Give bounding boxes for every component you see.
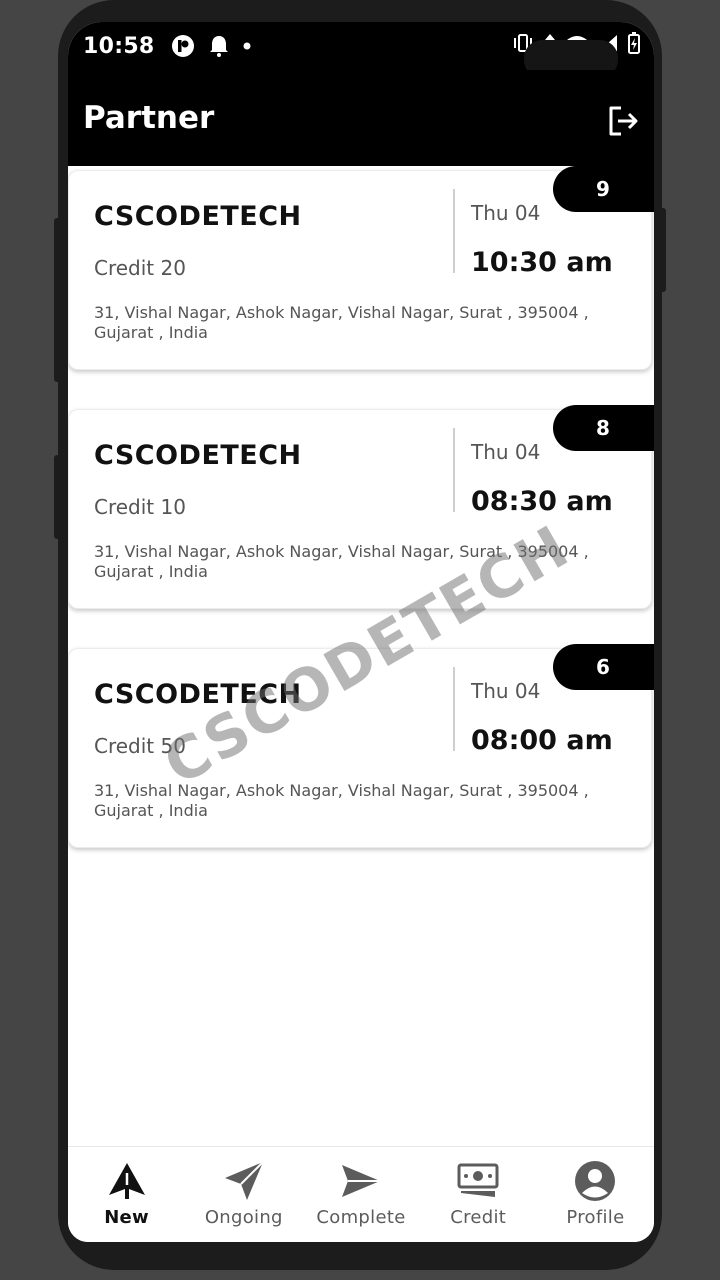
credit-amount: Credit 10 bbox=[94, 495, 186, 519]
page-title: Partner bbox=[83, 100, 215, 136]
card-divider bbox=[453, 667, 455, 751]
screen: 10:58 Partner 9 CSCODETECH Credit 20 Thu… bbox=[68, 22, 654, 1242]
booking-count-badge: 6 bbox=[553, 644, 654, 690]
booking-card[interactable]: 9 CSCODETECH Credit 20 Thu 04 10:30 am 3… bbox=[68, 166, 654, 370]
logout-icon[interactable] bbox=[606, 104, 640, 138]
company-name: CSCODETECH bbox=[94, 440, 302, 471]
booking-count-badge: 9 bbox=[553, 166, 654, 212]
send-icon bbox=[342, 1165, 380, 1197]
status-time: 10:58 bbox=[83, 33, 155, 59]
nav-label: Ongoing bbox=[204, 1207, 283, 1228]
bottom-navigation: New Ongoing Complete Credit Profile bbox=[68, 1146, 654, 1242]
alert-triangle-icon bbox=[108, 1163, 145, 1199]
nav-complete[interactable]: Complete bbox=[302, 1147, 419, 1242]
credit-amount: Credit 20 bbox=[94, 256, 186, 280]
company-name: CSCODETECH bbox=[94, 201, 302, 232]
booking-day: Thu 04 bbox=[471, 440, 541, 464]
account-circle-icon bbox=[575, 1161, 616, 1201]
nav-label: Credit bbox=[450, 1207, 507, 1228]
booking-address: 31, Vishal Nagar, Ashok Nagar, Vishal Na… bbox=[94, 303, 589, 342]
booking-count-badge: 8 bbox=[553, 405, 654, 451]
nav-new[interactable]: New bbox=[68, 1147, 185, 1242]
booking-card[interactable]: 8 CSCODETECH Credit 10 Thu 04 08:30 am 3… bbox=[68, 405, 654, 609]
booking-card[interactable]: 6 CSCODETECH Credit 50 Thu 04 08:00 am 3… bbox=[68, 644, 654, 848]
bell-icon bbox=[209, 36, 228, 57]
booking-address: 31, Vishal Nagar, Ashok Nagar, Vishal Na… bbox=[94, 781, 589, 820]
card-divider bbox=[453, 428, 455, 512]
booking-time: 10:30 am bbox=[471, 247, 613, 278]
nav-profile[interactable]: Profile bbox=[537, 1147, 654, 1242]
credit-amount: Credit 50 bbox=[94, 734, 186, 758]
booking-time: 08:30 am bbox=[471, 486, 613, 517]
nav-ongoing[interactable]: Ongoing bbox=[185, 1147, 302, 1242]
status-bar: 10:58 bbox=[68, 22, 654, 78]
company-name: CSCODETECH bbox=[94, 679, 302, 710]
booking-address: 31, Vishal Nagar, Ashok Nagar, Vishal Na… bbox=[94, 542, 589, 581]
money-icon bbox=[457, 1163, 499, 1197]
nav-label: Complete bbox=[316, 1207, 406, 1228]
nav-label: New bbox=[104, 1207, 149, 1228]
booking-time: 08:00 am bbox=[471, 725, 613, 756]
booking-day: Thu 04 bbox=[471, 679, 541, 703]
send-tilted-icon bbox=[224, 1161, 264, 1200]
nav-label: Profile bbox=[566, 1207, 625, 1228]
booking-day: Thu 04 bbox=[471, 201, 541, 225]
card-divider bbox=[453, 189, 455, 273]
nav-credit[interactable]: Credit bbox=[420, 1147, 537, 1242]
app-notification-icon bbox=[171, 35, 194, 57]
app-bar: Partner bbox=[68, 70, 654, 166]
dot-icon bbox=[243, 42, 251, 50]
battery-icon bbox=[628, 32, 640, 54]
